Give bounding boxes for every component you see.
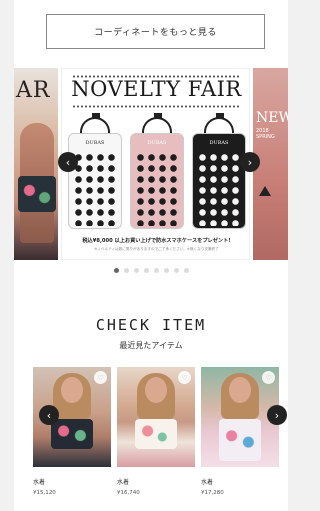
chevron-left-icon: ‹: [65, 155, 71, 169]
heart-icon[interactable]: ♡: [94, 371, 107, 384]
banner-prev-button[interactable]: ‹: [58, 152, 78, 172]
section-subtitle: 最近見たアイテム: [119, 341, 183, 350]
phone-case-white: DUBAS: [68, 113, 122, 229]
model-head: [145, 377, 167, 403]
pager-dot[interactable]: [183, 268, 189, 273]
more-coordinates-button[interactable]: コーディネートをもっと見る: [46, 14, 265, 49]
product-name[interactable]: 水着: [117, 477, 195, 486]
case-brand-label: DUBAS: [85, 140, 105, 146]
product-price: ¥15,120: [33, 490, 56, 496]
triangle-graphic: [259, 186, 271, 196]
case-body: DUBAS: [130, 133, 184, 229]
polka-dot-pattern: [135, 152, 181, 226]
pager-dot[interactable]: [173, 268, 179, 273]
items-prev-button[interactable]: ‹: [39, 405, 59, 425]
polka-dot-pattern: [73, 152, 119, 226]
heart-icon[interactable]: ♡: [178, 371, 191, 384]
section-title: CHECK ITEM: [95, 316, 207, 334]
page: コーディネートをもっと見る AR NOVELTY FAIR DUBAS DUBA…: [14, 0, 288, 511]
pager-dot[interactable]: [133, 268, 139, 273]
recent-items-carousel: ♡ 水着 ¥15,120 ♡ 水着 ¥16,740 ♡ 水着 ¥17,280: [33, 367, 285, 507]
banner-right-text: NEW: [256, 110, 288, 126]
banner-left-text: AR: [16, 78, 51, 103]
case-body: DUBAS: [68, 133, 122, 229]
pager-dot[interactable]: [123, 268, 129, 273]
model-head: [61, 377, 83, 403]
banner-title: NOVELTY FAIR: [71, 77, 242, 101]
swimsuit-graphic: [219, 419, 261, 461]
banner-next-button[interactable]: ›: [240, 152, 260, 172]
pager-dot[interactable]: [113, 268, 119, 273]
heart-icon[interactable]: ♡: [262, 371, 275, 384]
swimsuit-graphic: [51, 419, 93, 449]
dotted-divider: [72, 105, 240, 108]
case-brand-label: DUBAS: [147, 140, 167, 146]
chevron-right-icon: ›: [247, 155, 253, 169]
case-body: DUBAS: [192, 133, 246, 229]
product-name[interactable]: 水着: [33, 477, 111, 486]
items-next-button[interactable]: ›: [267, 405, 287, 425]
banner-slide-novelty-fair[interactable]: NOVELTY FAIR DUBAS DUBAS DUBAS 税込¥8,000 …: [61, 68, 250, 260]
chevron-right-icon: ›: [274, 408, 280, 422]
product-name[interactable]: 水着: [201, 477, 279, 486]
pager-dot[interactable]: [153, 268, 159, 273]
product-price: ¥16,740: [117, 490, 140, 496]
product-card[interactable]: ♡ 水着 ¥16,740: [117, 367, 195, 496]
pager-dot[interactable]: [163, 268, 169, 273]
banner-slide-prev[interactable]: AR: [14, 68, 58, 260]
product-card[interactable]: ♡ 水着 ¥15,120: [33, 367, 111, 496]
case-brand-label: DUBAS: [209, 140, 229, 146]
banner-right-year: 2018 SPRING: [256, 128, 275, 140]
chevron-left-icon: ‹: [46, 408, 52, 422]
phone-case-black: DUBAS: [192, 113, 246, 229]
model-head: [229, 377, 251, 403]
banner-note: ※ノベルティは数に限りがありますのでご了承ください。※無くなり次第終了: [94, 247, 219, 251]
phone-case-group: DUBAS DUBAS DUBAS: [68, 113, 246, 235]
product-price: ¥17,280: [201, 490, 224, 496]
phone-case-pink: DUBAS: [130, 113, 184, 229]
carousel-pager: [14, 268, 288, 273]
product-card[interactable]: ♡ 水着 ¥17,280: [201, 367, 279, 496]
banner-caption: 税込¥8,000 以上お買い上げで防水スマホケースをプレゼント!: [82, 238, 231, 244]
swimsuit-graphic: [135, 419, 177, 449]
swimsuit-graphic: [18, 176, 56, 212]
polka-dot-pattern: [197, 152, 243, 226]
pager-dot[interactable]: [143, 268, 149, 273]
product-image[interactable]: ♡: [117, 367, 195, 467]
